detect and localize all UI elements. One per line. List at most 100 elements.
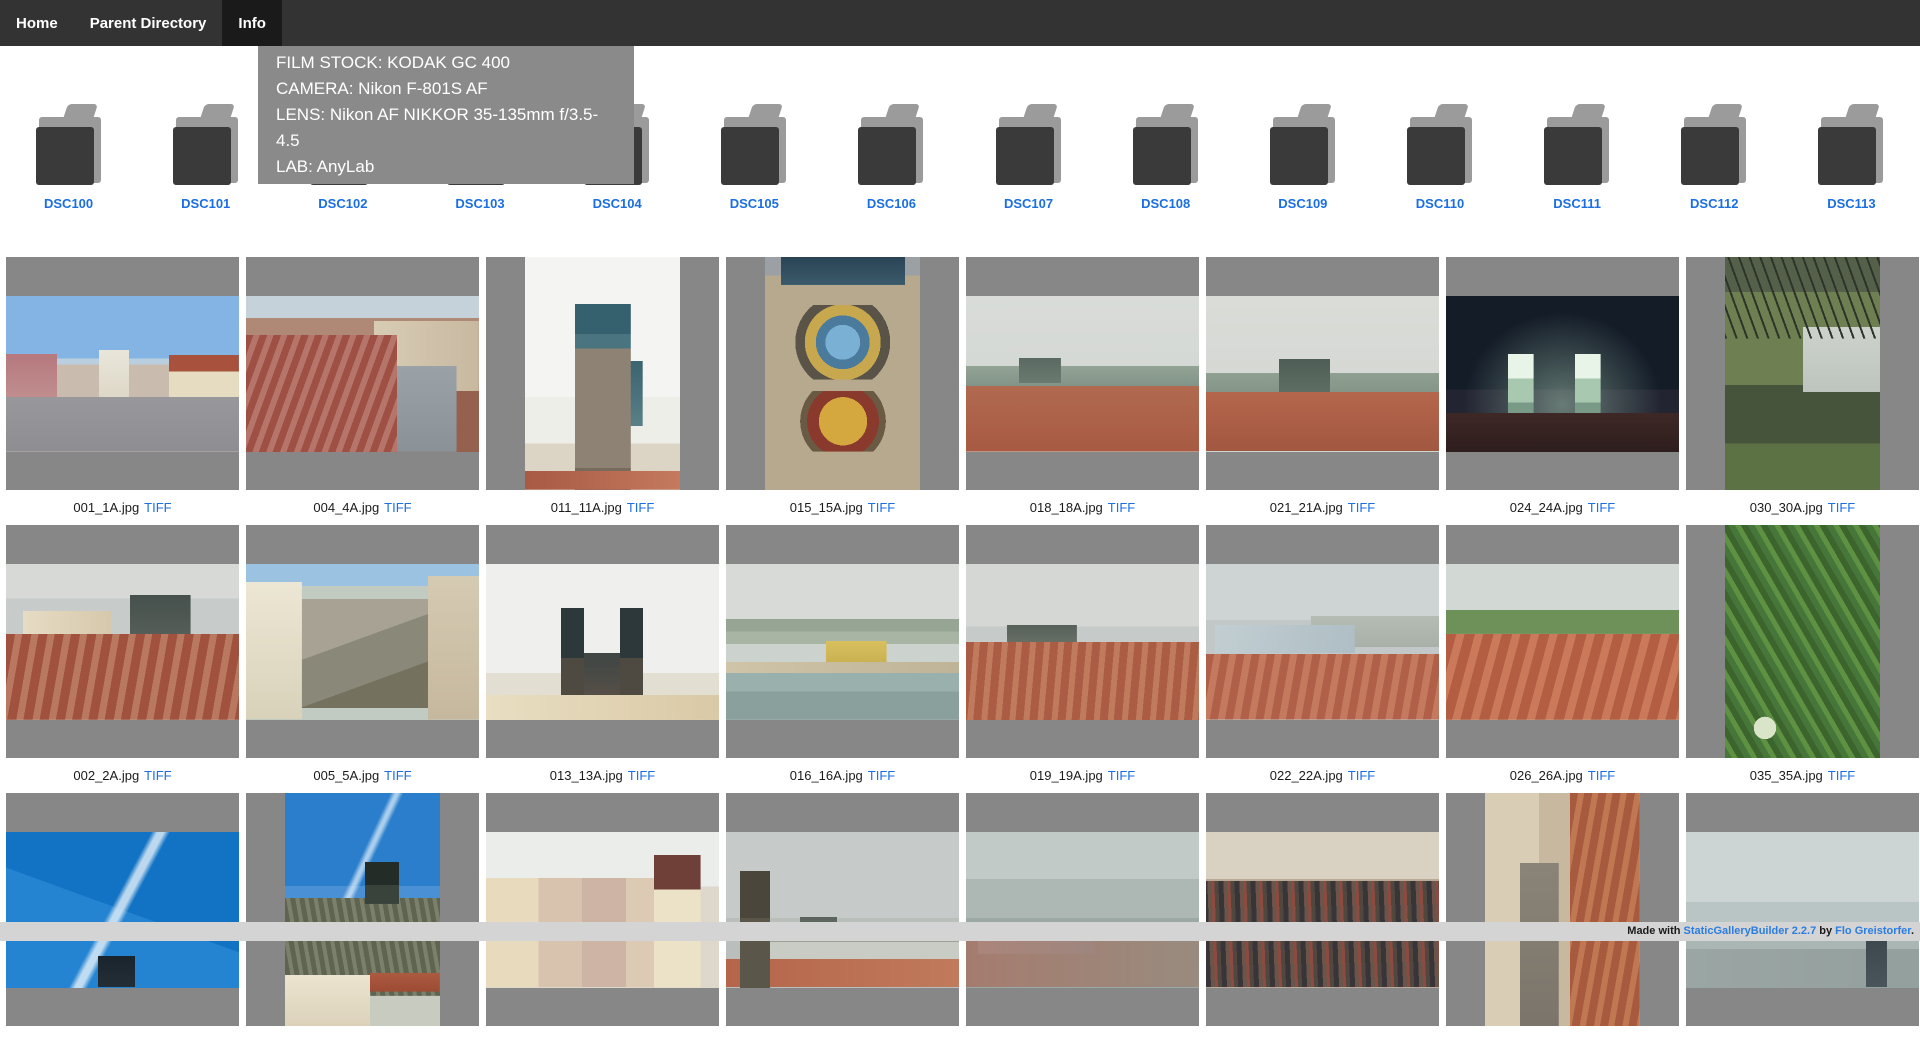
folder-label[interactable]: DSC103 xyxy=(455,196,504,211)
tiff-link[interactable]: TIFF xyxy=(1828,500,1855,515)
folder-label[interactable]: DSC101 xyxy=(181,196,230,211)
photo-image[interactable] xyxy=(486,564,719,720)
photo-thumbnail[interactable] xyxy=(966,257,1199,490)
folder-link[interactable]: DSC110 xyxy=(1371,104,1508,213)
photo-image[interactable] xyxy=(1725,257,1880,490)
builder-link[interactable]: StaticGalleryBuilder 2.2.7 xyxy=(1684,925,1817,937)
photo-thumbnail[interactable] xyxy=(6,525,239,758)
photo-thumbnail[interactable] xyxy=(726,257,959,490)
photo-thumbnail[interactable] xyxy=(486,793,719,1026)
tiff-link[interactable]: TIFF xyxy=(627,500,654,515)
folder-link[interactable]: DSC109 xyxy=(1234,104,1371,213)
nav-menu-item[interactable]: Home xyxy=(0,0,74,46)
photo-thumbnail[interactable] xyxy=(246,257,479,490)
photo-thumbnail[interactable] xyxy=(486,525,719,758)
photo-image[interactable] xyxy=(966,296,1199,452)
photo-thumbnail[interactable] xyxy=(966,793,1199,1026)
photo-image[interactable] xyxy=(6,832,239,988)
folder-link[interactable]: DSC101 xyxy=(137,104,274,213)
folder-link[interactable]: DSC100 xyxy=(0,104,137,213)
folder-label[interactable]: DSC109 xyxy=(1278,196,1327,211)
photo-thumbnail[interactable] xyxy=(726,525,959,758)
photo-image[interactable] xyxy=(765,257,920,490)
photo-image[interactable] xyxy=(1686,832,1919,988)
folder-label[interactable]: DSC104 xyxy=(593,196,642,211)
folder-label[interactable]: DSC113 xyxy=(1827,196,1875,211)
photo-thumbnail[interactable] xyxy=(246,525,479,758)
photo-image[interactable] xyxy=(1446,564,1679,720)
folder-link[interactable]: DSC113 xyxy=(1783,104,1920,213)
folder-icon[interactable] xyxy=(173,104,239,185)
photo-thumbnail[interactable] xyxy=(726,793,959,1026)
folder-icon[interactable] xyxy=(996,104,1062,185)
photo-thumbnail[interactable] xyxy=(1446,525,1679,758)
photo-thumbnail[interactable] xyxy=(6,257,239,490)
folder-link[interactable]: DSC107 xyxy=(960,104,1097,213)
photo-image[interactable] xyxy=(486,832,719,988)
folder-icon[interactable] xyxy=(858,104,924,185)
photo-thumbnail[interactable] xyxy=(1446,257,1679,490)
photo-image[interactable] xyxy=(1485,793,1640,1026)
folder-icon[interactable] xyxy=(1818,104,1884,185)
photo-image[interactable] xyxy=(6,296,239,452)
folder-label[interactable]: DSC112 xyxy=(1690,196,1738,211)
photo-thumbnail[interactable] xyxy=(1686,525,1919,758)
photo-image[interactable] xyxy=(285,793,440,1026)
tiff-link[interactable]: TIFF xyxy=(628,768,655,783)
photo-image[interactable] xyxy=(726,832,959,988)
folder-label[interactable]: DSC108 xyxy=(1141,196,1190,211)
tiff-link[interactable]: TIFF xyxy=(144,768,171,783)
photo-image[interactable] xyxy=(246,296,479,452)
folder-label[interactable]: DSC106 xyxy=(867,196,916,211)
folder-icon[interactable] xyxy=(1133,104,1199,185)
photo-thumbnail[interactable] xyxy=(966,525,1199,758)
folder-link[interactable]: DSC106 xyxy=(823,104,960,213)
tiff-link[interactable]: TIFF xyxy=(1348,500,1375,515)
photo-image[interactable] xyxy=(6,564,239,720)
photo-thumbnail[interactable] xyxy=(486,257,719,490)
author-link[interactable]: Flo Greistorfer xyxy=(1835,925,1911,937)
folder-icon[interactable] xyxy=(1270,104,1336,185)
folder-icon[interactable] xyxy=(721,104,787,185)
photo-image[interactable] xyxy=(1206,832,1439,988)
tiff-link[interactable]: TIFF xyxy=(868,768,895,783)
folder-label[interactable]: DSC111 xyxy=(1553,196,1601,211)
photo-thumbnail[interactable] xyxy=(1686,793,1919,1026)
folder-label[interactable]: DSC105 xyxy=(730,196,779,211)
nav-menu-item[interactable]: Parent Directory xyxy=(74,0,223,46)
photo-thumbnail[interactable] xyxy=(1206,525,1439,758)
photo-image[interactable] xyxy=(246,564,479,720)
photo-image[interactable] xyxy=(1206,296,1439,452)
tiff-link[interactable]: TIFF xyxy=(1588,768,1615,783)
photo-image[interactable] xyxy=(1725,525,1880,758)
folder-label[interactable]: DSC107 xyxy=(1004,196,1053,211)
folder-label[interactable]: DSC100 xyxy=(44,196,93,211)
photo-image[interactable] xyxy=(966,564,1199,720)
folder-icon[interactable] xyxy=(1681,104,1747,185)
photo-thumbnail[interactable] xyxy=(1686,257,1919,490)
photo-image[interactable] xyxy=(966,832,1199,988)
tiff-link[interactable]: TIFF xyxy=(1588,500,1615,515)
photo-image[interactable] xyxy=(1206,564,1439,720)
tiff-link[interactable]: TIFF xyxy=(384,500,411,515)
tiff-link[interactable]: TIFF xyxy=(1828,768,1855,783)
photo-thumbnail[interactable] xyxy=(1206,793,1439,1026)
tiff-link[interactable]: TIFF xyxy=(384,768,411,783)
photo-image[interactable] xyxy=(1446,296,1679,452)
photo-thumbnail[interactable] xyxy=(246,793,479,1026)
folder-label[interactable]: DSC110 xyxy=(1416,196,1464,211)
folder-icon[interactable] xyxy=(36,104,102,185)
folder-link[interactable]: DSC111 xyxy=(1509,104,1646,213)
tiff-link[interactable]: TIFF xyxy=(1348,768,1375,783)
folder-link[interactable]: DSC112 xyxy=(1646,104,1783,213)
folder-link[interactable]: DSC105 xyxy=(686,104,823,213)
photo-image[interactable] xyxy=(726,564,959,720)
photo-image[interactable] xyxy=(525,257,680,490)
photo-thumbnail[interactable] xyxy=(1446,793,1679,1026)
tiff-link[interactable]: TIFF xyxy=(144,500,171,515)
folder-icon[interactable] xyxy=(1407,104,1473,185)
photo-thumbnail[interactable] xyxy=(6,793,239,1026)
tiff-link[interactable]: TIFF xyxy=(1108,500,1135,515)
tiff-link[interactable]: TIFF xyxy=(868,500,895,515)
folder-icon[interactable] xyxy=(1544,104,1610,185)
